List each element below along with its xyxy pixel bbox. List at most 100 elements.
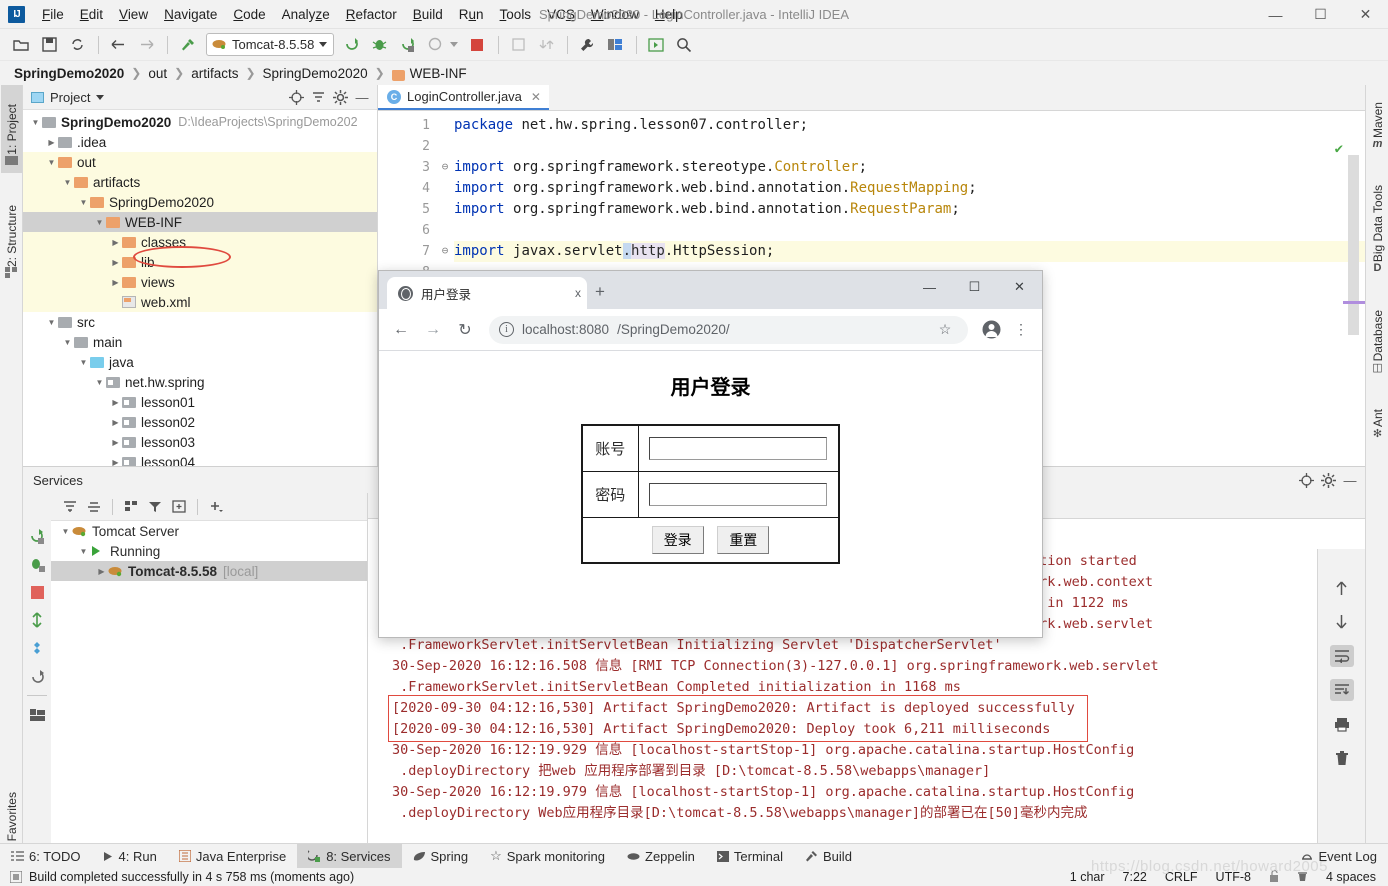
file-encoding[interactable]: UTF-8 bbox=[1216, 870, 1251, 884]
chevron-right-icon[interactable]: ▶ bbox=[109, 278, 122, 287]
tree-node-web-xml[interactable]: web.xml bbox=[23, 292, 377, 312]
add-icon[interactable] bbox=[205, 497, 227, 517]
tab-java-enterprise[interactable]: Java Enterprise bbox=[168, 844, 297, 868]
gear-icon[interactable] bbox=[329, 87, 351, 107]
gear-icon[interactable] bbox=[1317, 470, 1339, 490]
code-content[interactable]: package net.hw.spring.lesson07.controlle… bbox=[454, 115, 1365, 283]
services-tree[interactable]: ▼ Tomcat Server ▼ Running ▶ Tomcat-8.5.58 [loc… bbox=[51, 521, 367, 581]
chevron-down-icon[interactable]: ▼ bbox=[77, 547, 90, 556]
refresh-icon[interactable] bbox=[28, 667, 46, 685]
hammer-icon[interactable] bbox=[174, 33, 200, 57]
code-fold-toggle[interactable]: ⊖ bbox=[440, 160, 450, 173]
menu-file[interactable]: File bbox=[34, 3, 72, 26]
sidebar-item-big-data-tools[interactable]: D Big Data Tools bbox=[1367, 165, 1388, 281]
login-button[interactable]: 登录 bbox=[651, 525, 704, 554]
tree-node-lesson01[interactable]: ▶ lesson01 bbox=[23, 392, 377, 412]
add-frame-icon[interactable] bbox=[168, 497, 190, 517]
menu-view[interactable]: View bbox=[111, 3, 156, 26]
sidebar-item-ant[interactable]: ✻ Ant bbox=[1367, 389, 1388, 447]
tree-node-lesson03[interactable]: ▶ lesson03 bbox=[23, 432, 377, 452]
unlocked-icon[interactable] bbox=[1269, 869, 1279, 885]
menu-run[interactable]: Run bbox=[451, 3, 492, 26]
code-fold-toggle[interactable]: ⊖ bbox=[440, 244, 450, 257]
chevron-right-icon[interactable]: ▶ bbox=[109, 418, 122, 427]
tab-todo[interactable]: 6: TODO bbox=[0, 844, 92, 868]
scroll-up-icon[interactable] bbox=[1330, 577, 1354, 599]
chevron-down-icon[interactable] bbox=[96, 94, 105, 100]
inspection-hector-icon[interactable] bbox=[1297, 870, 1308, 885]
close-icon[interactable]: ✕ bbox=[531, 90, 541, 104]
browser-tab-login[interactable]: 用户登录 x bbox=[387, 277, 587, 309]
sync-icon[interactable] bbox=[64, 33, 90, 57]
browser-menu-icon[interactable]: ⋮ bbox=[1008, 317, 1034, 343]
chevron-down-icon[interactable]: ▼ bbox=[77, 198, 90, 207]
group-icon[interactable] bbox=[120, 497, 142, 517]
code-line[interactable]: import org.springframework.web.bind.anno… bbox=[454, 199, 1365, 220]
minimize-button[interactable]: — bbox=[1253, 0, 1298, 29]
hide-panel-icon[interactable]: — bbox=[351, 87, 373, 107]
tab-spring[interactable]: Spring bbox=[402, 844, 480, 868]
sidebar-item-database[interactable]: ◫ Database bbox=[1367, 289, 1388, 381]
layout-icon[interactable] bbox=[643, 33, 669, 57]
code-line[interactable] bbox=[454, 136, 1365, 157]
menu-window[interactable]: Window bbox=[583, 3, 647, 26]
menu-build[interactable]: Build bbox=[405, 3, 451, 26]
sidebar-item-project[interactable]: 1: Project bbox=[1, 85, 22, 173]
password-input[interactable] bbox=[649, 482, 828, 506]
edit-config-icon[interactable] bbox=[28, 639, 46, 657]
collapse-all-icon[interactable] bbox=[83, 497, 105, 517]
reset-button[interactable]: 重置 bbox=[717, 525, 770, 554]
deploy-icon[interactable] bbox=[28, 611, 46, 629]
hide-panel-icon[interactable]: — bbox=[1339, 470, 1361, 490]
chevron-right-icon[interactable]: ▶ bbox=[109, 398, 122, 407]
event-log-button[interactable]: Event Log bbox=[1290, 844, 1388, 868]
breadcrumb-item-1[interactable]: out bbox=[148, 66, 167, 81]
breadcrumb-item-4[interactable]: WEB-INF bbox=[410, 66, 467, 81]
reload-icon[interactable]: ↻ bbox=[451, 316, 479, 344]
tree-node-springdemo2020[interactable]: ▼ SpringDemo2020 D:\IdeaProjects\SpringDem… bbox=[23, 112, 377, 132]
browser-minimize-button[interactable]: — bbox=[907, 271, 952, 303]
wrench-icon[interactable] bbox=[574, 33, 600, 57]
forward-icon[interactable]: → bbox=[419, 316, 447, 344]
locate-icon[interactable] bbox=[285, 87, 307, 107]
maximize-button[interactable]: ☐ bbox=[1298, 0, 1343, 29]
breadcrumb-item-0[interactable]: SpringDemo2020 bbox=[14, 66, 124, 81]
code-line[interactable]: import org.springframework.web.bind.anno… bbox=[454, 178, 1365, 199]
caret-position[interactable]: 7:22 bbox=[1123, 870, 1147, 884]
chevron-down-icon[interactable]: ▼ bbox=[77, 358, 90, 367]
breadcrumb-item-2[interactable]: artifacts bbox=[191, 66, 238, 81]
menu-vcs[interactable]: VCS bbox=[539, 3, 583, 26]
menu-refactor[interactable]: Refactor bbox=[338, 3, 405, 26]
chevron-right-icon[interactable]: ▶ bbox=[95, 567, 108, 576]
close-button[interactable]: ✕ bbox=[1343, 0, 1388, 29]
back-icon[interactable]: ← bbox=[387, 316, 415, 344]
browser-close-button[interactable]: ✕ bbox=[997, 271, 1042, 303]
collapse-all-icon[interactable] bbox=[307, 87, 329, 107]
run-icon[interactable] bbox=[338, 33, 364, 57]
tab-run[interactable]: 4: Run bbox=[92, 844, 168, 868]
tree-node--idea[interactable]: ▶ .idea bbox=[23, 132, 377, 152]
scroll-down-icon[interactable] bbox=[1330, 611, 1354, 633]
menu-navigate[interactable]: Navigate bbox=[156, 3, 225, 26]
expand-all-icon[interactable] bbox=[59, 497, 81, 517]
profile-avatar-icon[interactable] bbox=[978, 317, 1004, 343]
chevron-down-icon[interactable]: ▼ bbox=[45, 158, 58, 167]
trash-icon[interactable] bbox=[1330, 747, 1354, 769]
chevron-right-icon[interactable]: ▶ bbox=[109, 258, 122, 267]
tree-node-classes[interactable]: ▶ classes bbox=[23, 232, 377, 252]
scroll-to-end-icon[interactable] bbox=[1329, 679, 1354, 701]
run-configuration-selector[interactable]: Tomcat-8.5.58 bbox=[206, 33, 335, 56]
sidebar-item-maven[interactable]: m Maven bbox=[1367, 85, 1388, 157]
tab-zeppelin[interactable]: Zeppelin bbox=[616, 844, 706, 868]
services-tree-node-tomcat-8-5-58[interactable]: ▶ Tomcat-8.5.58 [local] bbox=[51, 561, 367, 581]
tab-terminal[interactable]: Terminal bbox=[706, 844, 794, 868]
soft-wrap-icon[interactable] bbox=[1329, 645, 1354, 667]
project-tree[interactable]: ▼ SpringDemo2020 D:\IdeaProjects\SpringDem… bbox=[23, 110, 377, 472]
new-tab-button[interactable]: + bbox=[595, 282, 605, 302]
chevron-right-icon[interactable]: ▶ bbox=[109, 238, 122, 247]
address-bar[interactable]: i localhost:8080/SpringDemo2020/ ☆ bbox=[489, 315, 968, 344]
close-icon[interactable]: x bbox=[575, 286, 581, 300]
project-structure-icon[interactable] bbox=[602, 33, 628, 57]
site-info-icon[interactable]: i bbox=[499, 322, 514, 337]
sidebar-item-structure[interactable]: 2: Structure bbox=[1, 181, 22, 285]
